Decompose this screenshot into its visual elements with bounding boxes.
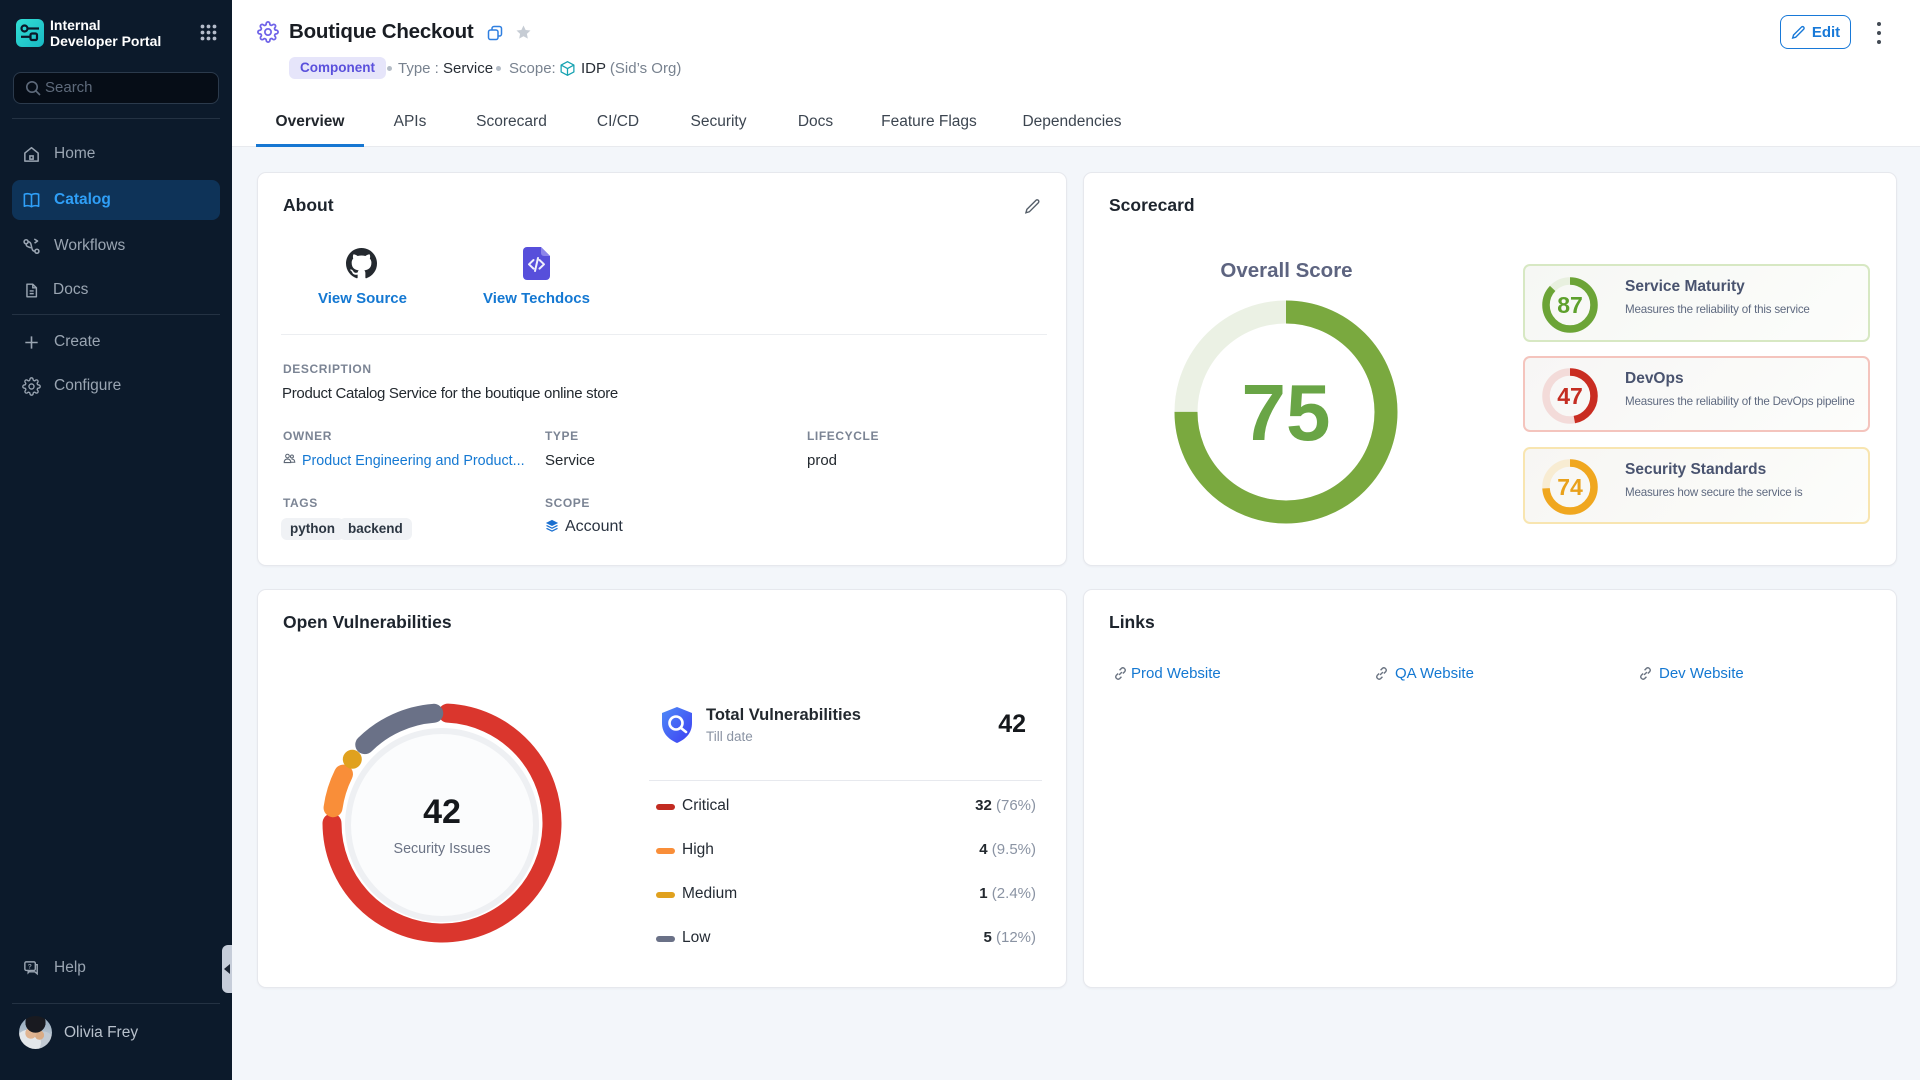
svg-text:Security Issues: Security Issues bbox=[394, 841, 491, 857]
svg-text:74: 74 bbox=[1557, 474, 1583, 500]
svg-text:?: ? bbox=[28, 963, 32, 970]
svg-text:87: 87 bbox=[1557, 292, 1583, 318]
svg-text:47: 47 bbox=[1557, 383, 1583, 409]
svg-text:42: 42 bbox=[423, 793, 461, 831]
svg-text:75: 75 bbox=[1242, 368, 1331, 457]
